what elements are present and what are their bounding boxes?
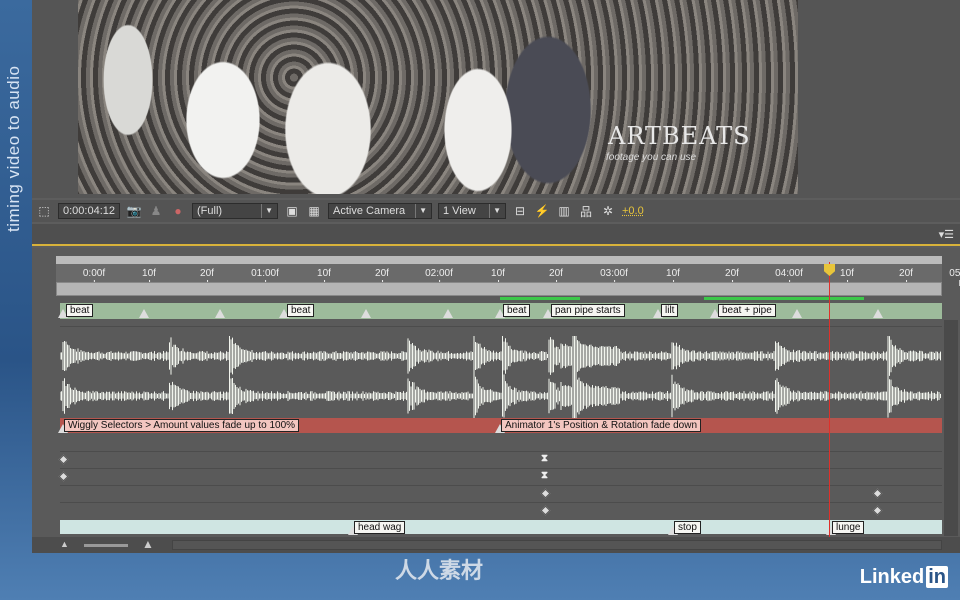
current-time-indicator-line[interactable] (829, 262, 830, 537)
panel-menu-icon[interactable]: ▾☰ (939, 228, 954, 241)
marker-label[interactable]: pan pipe starts (551, 304, 625, 317)
head-marker-layer[interactable]: head wag stop lunge (60, 520, 942, 535)
row-divider (60, 451, 942, 452)
views-value: 1 View (443, 205, 476, 217)
keyframe[interactable] (540, 505, 551, 516)
time-ruler[interactable]: 0:00f 10f 20f 01:00f 10f 20f 02:00f 10f 20f 03:00… (56, 256, 960, 286)
toggle-pixel-aspect-icon[interactable]: ⊟ (512, 204, 528, 218)
reset-exposure-icon[interactable]: ✲ (600, 204, 616, 218)
fast-previews-icon[interactable]: ▣ (284, 204, 300, 218)
resolution-dropdown[interactable]: (Full) ▼ (192, 203, 278, 219)
marker-triangle[interactable] (361, 309, 371, 318)
ruler-tick: 0:00f (82, 268, 106, 286)
ruler-tick: 05:0 (949, 268, 960, 286)
show-snapshot-icon[interactable]: ♟ (148, 204, 164, 218)
linkedin-in-badge: in (926, 566, 948, 588)
channel-icon[interactable]: ● (170, 204, 186, 218)
keyframe[interactable] (58, 471, 69, 482)
marker-triangle[interactable] (443, 309, 453, 318)
ruler-tick: 20f (375, 268, 389, 286)
ruler-tick: 10f (142, 268, 156, 286)
cached-frames-indicator (704, 297, 864, 300)
hold-keyframe[interactable]: ⧗ (541, 470, 548, 481)
linkedin-text: Linked (859, 566, 925, 588)
views-dropdown[interactable]: 1 View ▼ (438, 203, 506, 219)
row-divider (60, 502, 942, 503)
marker-label[interactable]: beat (287, 304, 315, 317)
course-title: timing video to audio (4, 65, 23, 232)
chevron-down-icon: ▼ (489, 204, 501, 218)
exposure-value[interactable]: +0.0 (622, 205, 644, 217)
marker-label[interactable]: beat (66, 304, 94, 317)
camera-value: Active Camera (333, 205, 406, 217)
flowchart-icon[interactable]: 品 (578, 203, 594, 220)
zoom-out-icon[interactable]: ▲ (60, 539, 69, 549)
ruler-tick: 02:00f (425, 268, 453, 286)
resolution-value: (Full) (197, 205, 223, 217)
marker-label[interactable]: head wag (354, 521, 406, 534)
artbeats-tagline: footage you can use (606, 152, 697, 163)
rrsc-watermark: 人人素材 (395, 558, 484, 583)
chevron-down-icon: ▼ (261, 204, 273, 218)
marker-triangle[interactable] (139, 309, 149, 318)
comment-layer-bar[interactable]: Wiggly Selectors > Amount values fade up… (58, 418, 942, 433)
marker-label[interactable]: lilt (661, 304, 679, 317)
row-divider (60, 468, 942, 469)
ruler-tick: 20f (549, 268, 563, 286)
ruler-tick: 20f (725, 268, 739, 286)
keyframe[interactable] (872, 505, 883, 516)
timeline-zoom-slider[interactable] (84, 544, 128, 547)
marker-triangle[interactable] (215, 309, 225, 318)
waveform-channel (60, 373, 941, 418)
row-divider (60, 485, 942, 486)
keyframe[interactable] (872, 488, 883, 499)
zoom-in-icon[interactable]: ▲ (142, 537, 154, 551)
after-effects-window: ARTBEATS footage you can use ⬚ 0:00:04:1… (32, 0, 960, 553)
waveform-channel (60, 336, 941, 385)
timeline-panel: 0:00f 10f 20f 01:00f 10f 20f 02:00f 10f 20f 03:00… (32, 248, 960, 553)
ruler-tick: 20f (200, 268, 214, 286)
ruler-tick: 04:00f (775, 268, 803, 286)
audio-waveform (60, 336, 941, 418)
cached-frames-indicator (500, 297, 580, 300)
timeline-icon[interactable]: ▥ (556, 204, 572, 218)
marker-label[interactable]: lunge (832, 521, 865, 534)
marker-triangle[interactable] (873, 309, 883, 318)
keyframe[interactable] (58, 454, 69, 465)
ruler-tick: 03:00f (600, 268, 628, 286)
work-area-bar[interactable] (56, 282, 942, 296)
fast-preview-icon[interactable]: ⚡ (534, 204, 550, 218)
ruler-tick: 20f (899, 268, 913, 286)
camera-dropdown[interactable]: Active Camera ▼ (328, 203, 432, 219)
ruler-tick: 10f (840, 268, 854, 286)
marker-triangle[interactable] (792, 309, 802, 318)
marker-label[interactable]: stop (674, 521, 701, 534)
beat-marker-layer[interactable]: beat beat beat pan pipe starts lilt beat + pi… (58, 303, 942, 319)
ruler-tick: 10f (666, 268, 680, 286)
transparency-grid-icon[interactable]: ▦ (306, 204, 322, 218)
linkedin-logo: Linked in (860, 566, 948, 589)
keyframe[interactable] (540, 488, 551, 499)
artbeats-watermark: ARTBEATS (608, 122, 751, 150)
timeline-footer: ▲ ▲ (32, 537, 960, 553)
hold-keyframe[interactable]: ⧗ (541, 453, 548, 464)
region-of-interest-icon[interactable]: ⬚ (36, 204, 52, 218)
marker-label[interactable]: beat + pipe (718, 304, 776, 317)
snapshot-icon[interactable]: 📷 (126, 204, 142, 218)
timeline-panel-header: ▾☰ (32, 224, 960, 246)
ruler-tick: 10f (491, 268, 505, 286)
current-time-field[interactable]: 0:00:04:12 (58, 203, 120, 219)
row-divider (60, 326, 942, 327)
chevron-down-icon: ▼ (415, 204, 427, 218)
composition-viewer: ARTBEATS footage you can use (32, 0, 960, 198)
horizontal-scrollbar[interactable] (172, 540, 942, 550)
video-frame-penguins: ARTBEATS footage you can use (78, 0, 798, 194)
viewer-toolbar: ⬚ 0:00:04:12 📷 ♟ ● (Full) ▼ ▣ ▦ Active Ca… (32, 200, 960, 222)
ruler-tick: 01:00f (251, 268, 279, 286)
marker-label[interactable]: Animator 1's Position & Rotation fade do… (501, 419, 702, 432)
marker-label[interactable]: beat (503, 304, 531, 317)
ruler-tick: 10f (317, 268, 331, 286)
marker-label[interactable]: Wiggly Selectors > Amount values fade up… (64, 419, 300, 432)
vertical-scrollbar[interactable] (944, 320, 958, 536)
